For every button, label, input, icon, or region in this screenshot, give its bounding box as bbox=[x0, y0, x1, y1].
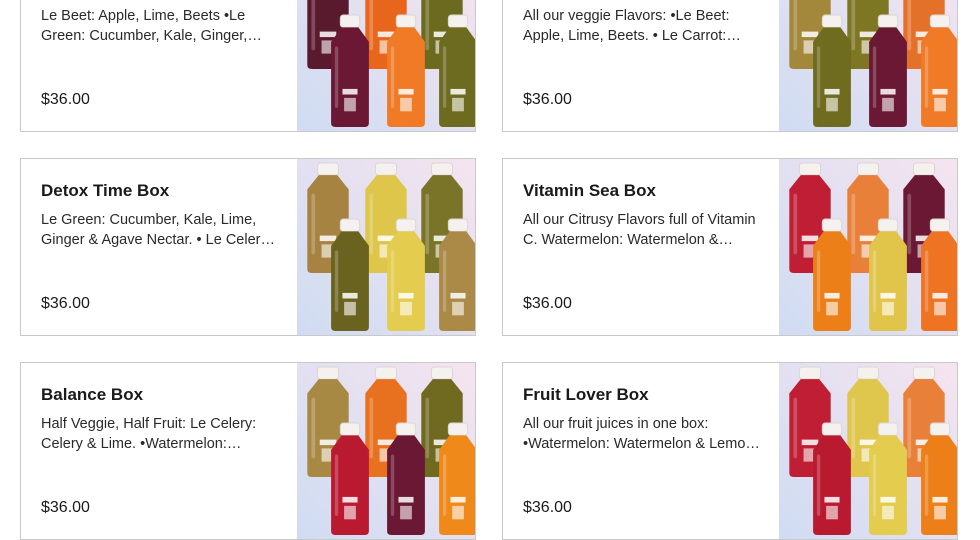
product-price: $36.00 bbox=[523, 499, 572, 516]
product-name[interactable]: Fruit Lover Box bbox=[523, 385, 649, 405]
product-card[interactable]: Balance Box Half Veggie, Half Fruit: Le … bbox=[20, 362, 476, 540]
product-image[interactable] bbox=[297, 363, 475, 539]
product-name[interactable]: Detox Time Box bbox=[41, 181, 169, 201]
product-card[interactable]: Vitamin Sea Box All our Citrusy Flavors … bbox=[502, 158, 958, 336]
product-description: All our Citrusy Flavors full of Vitamin … bbox=[523, 212, 756, 248]
product-price: $36.00 bbox=[523, 295, 572, 312]
product-image[interactable] bbox=[297, 0, 475, 131]
product-price: $36.00 bbox=[523, 91, 572, 108]
product-description: Le Beet: Apple, Lime, Beets •Le Green: C… bbox=[41, 8, 248, 44]
product-card[interactable]: Detox Time Box Le Green: Cucumber, Kale,… bbox=[20, 158, 476, 336]
product-image[interactable] bbox=[779, 159, 957, 335]
product-card[interactable]: Fruit Lover Box All our fruit juices in … bbox=[502, 362, 958, 540]
product-price: $36.00 bbox=[41, 295, 90, 312]
product-card[interactable]: All our veggie Flavors: •Le Beet: Apple,… bbox=[502, 0, 958, 132]
product-price: $36.00 bbox=[41, 499, 90, 516]
product-description: Le Green: Cucumber, Kale, Lime, Ginger &… bbox=[41, 212, 272, 248]
product-description: All our veggie Flavors: •Le Beet: Apple,… bbox=[523, 8, 730, 44]
product-description: Half Veggie, Half Fruit: Le Celery: Cele… bbox=[41, 416, 257, 452]
product-price: $36.00 bbox=[41, 91, 90, 108]
product-image[interactable] bbox=[779, 0, 957, 131]
product-image[interactable] bbox=[297, 159, 475, 335]
product-name[interactable]: Balance Box bbox=[41, 385, 143, 405]
product-image[interactable] bbox=[779, 363, 957, 539]
product-card[interactable]: Le Beet: Apple, Lime, Beets •Le Green: C… bbox=[20, 0, 476, 132]
product-name[interactable]: Vitamin Sea Box bbox=[523, 181, 656, 201]
product-description: All our fruit juices in one box: •Waterm… bbox=[523, 416, 758, 452]
